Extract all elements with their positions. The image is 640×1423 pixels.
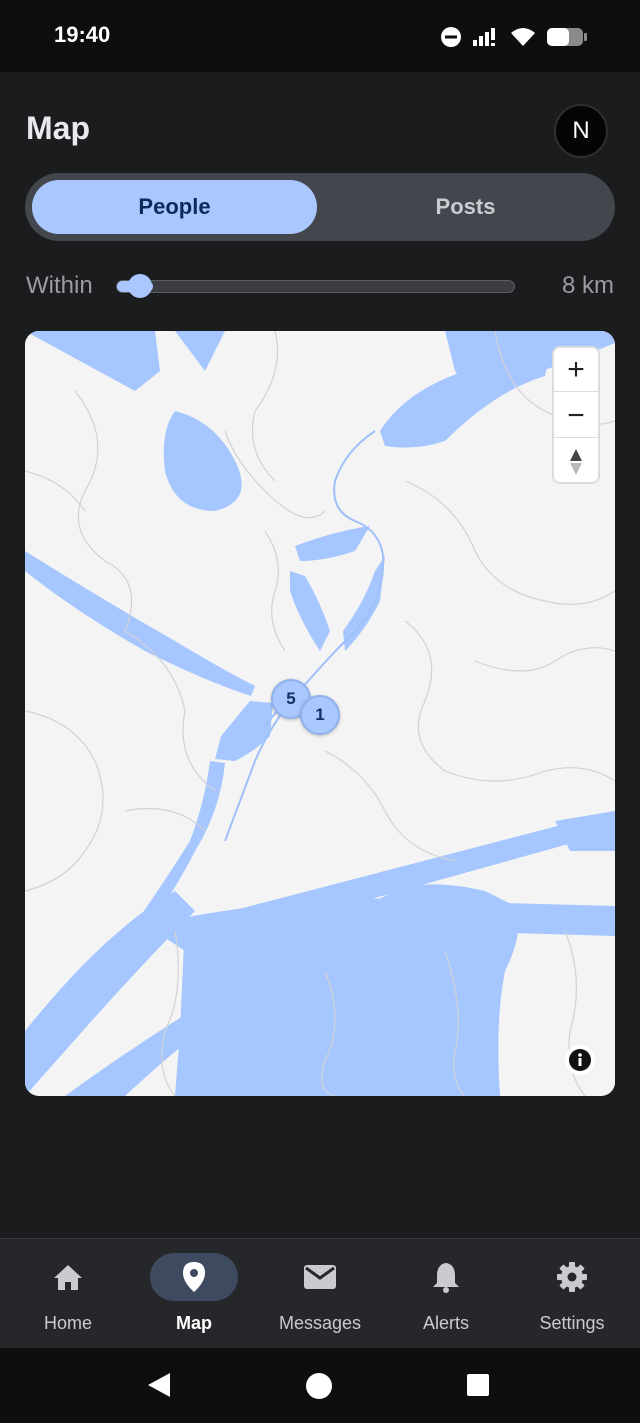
back-icon[interactable] — [146, 1371, 174, 1399]
nav-pill — [276, 1253, 364, 1301]
nav-pill-active — [150, 1253, 238, 1301]
page-title: Map — [26, 110, 90, 146]
nav-label: Home — [43, 1313, 92, 1333]
status-icons — [440, 24, 588, 50]
home-icon — [54, 1265, 82, 1290]
compass-button[interactable] — [554, 440, 598, 484]
status-time: 19:40 — [54, 22, 111, 47]
gear-icon — [557, 1262, 587, 1292]
nav-pill — [24, 1253, 112, 1301]
nav-item-settings[interactable]: Settings — [506, 1239, 634, 1349]
nav-pill — [402, 1253, 490, 1301]
map-cluster-marker[interactable]: 1 — [300, 695, 340, 735]
attribution-button[interactable] — [565, 1045, 595, 1075]
home-button-icon[interactable] — [305, 1372, 333, 1400]
nav-item-messages[interactable]: Messages — [254, 1239, 382, 1349]
nav-item-alerts[interactable]: Alerts — [380, 1239, 508, 1349]
do-not-disturb-icon — [441, 27, 461, 47]
nav-pill — [528, 1253, 616, 1301]
wifi-icon — [511, 28, 535, 46]
zoom-in-button[interactable]: + — [554, 348, 598, 392]
nav-label: Alerts — [422, 1313, 469, 1333]
nav-label: Messages — [278, 1313, 362, 1333]
battery-icon — [547, 28, 587, 46]
bell-icon — [433, 1263, 459, 1293]
distance-slider[interactable] — [116, 280, 515, 293]
nav-label: Map — [176, 1313, 212, 1333]
distance-label: Within — [26, 272, 93, 299]
zoom-controls: + − — [552, 346, 600, 484]
system-navigation-bar — [0, 1348, 640, 1423]
nav-item-home[interactable]: Home — [2, 1239, 130, 1349]
nav-item-map[interactable]: Map — [128, 1239, 256, 1349]
tab-people[interactable]: People — [32, 180, 317, 234]
avatar[interactable]: N — [554, 104, 608, 158]
people-posts-toggle: People Posts — [25, 173, 615, 241]
info-icon — [569, 1049, 591, 1071]
distance-value: 8 km — [561, 272, 614, 299]
recents-icon[interactable] — [466, 1373, 490, 1397]
tab-posts[interactable]: Posts — [323, 180, 608, 234]
nav-label: Settings — [539, 1313, 605, 1333]
status-bar: 19:40 — [0, 0, 640, 72]
compass-icon — [570, 449, 582, 475]
distance-slider-thumb[interactable] — [127, 274, 152, 298]
zoom-out-button[interactable]: − — [554, 394, 598, 438]
mail-icon — [304, 1265, 336, 1289]
map-view[interactable]: 5 1 + − — [25, 331, 615, 1096]
map-pin-icon — [183, 1262, 205, 1292]
bottom-navigation: Home Map Messages Alerts Settings — [0, 1238, 640, 1348]
signal-icon — [473, 28, 495, 46]
